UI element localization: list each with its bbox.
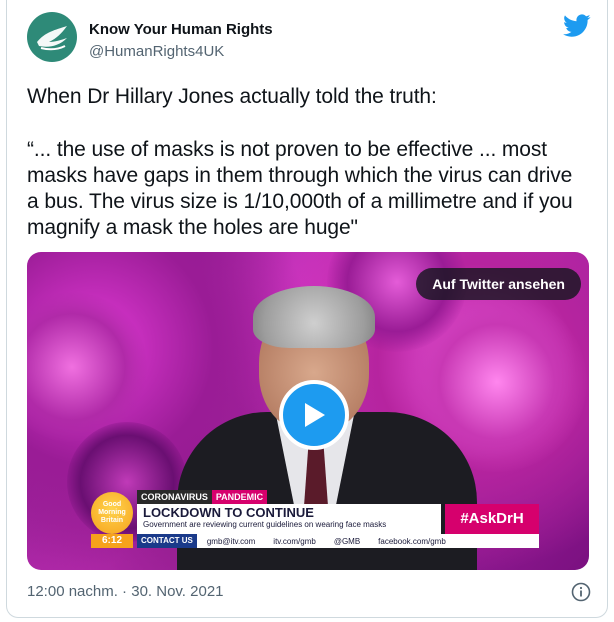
tweet-intro: When Dr Hillary Jones actually told the … [27,85,437,108]
tv-subheadline: Government are reviewing current guideli… [143,520,387,529]
tweet-timestamp[interactable]: 12:00 nachm. · 30. Nov. 2021 [27,582,224,602]
tag-coronavirus: CORONAVIRUS [137,490,212,504]
author-info[interactable]: Know Your Human Rights @HumanRights4UK [89,20,273,62]
video-player[interactable]: Auf Twitter ansehen Good Morning Britain… [27,252,589,570]
contact-facebook: facebook.com/gmb [378,536,446,546]
play-icon [305,403,325,427]
gmb-logo: Good Morning Britain [91,492,133,534]
author-handle[interactable]: @HumanRights4UK [89,42,273,62]
tweet-text: When Dr Hillary Jones actually told the … [27,84,587,241]
tv-clock: 6:12 [91,534,133,548]
author-name[interactable]: Know Your Human Rights [89,20,273,40]
contact-web: itv.com/gmb [273,536,316,546]
tag-pandemic: PANDEMIC [211,490,268,504]
tv-headline-box: LOCKDOWN TO CONTINUE Government are revi… [137,504,441,534]
tv-hashtag: #AskDrH [445,504,539,534]
tv-headline: LOCKDOWN TO CONTINUE [143,505,314,520]
contact-twitter: @GMB [333,536,361,546]
contact-label: CONTACT US [137,534,197,548]
tv-contact-bar: CONTACT US gmb@itv.com itv.com/gmb @GMB … [137,534,539,548]
contact-email: gmb@itv.com [206,536,256,546]
info-icon[interactable] [571,582,591,602]
play-button[interactable] [279,380,349,450]
avatar[interactable] [27,12,77,62]
presenter-hair [253,286,375,348]
watch-on-twitter-button[interactable]: Auf Twitter ansehen [416,268,581,300]
avatar-dove-logo [37,26,67,51]
tweet-card[interactable]: Know Your Human Rights @HumanRights4UK W… [6,0,608,618]
twitter-bird-icon[interactable] [563,14,591,38]
virus-blob [27,292,147,442]
tv-tag-row: CORONAVIRUS PANDEMIC [137,490,268,504]
tweet-quote: “... the use of masks is not proven to b… [27,138,573,239]
